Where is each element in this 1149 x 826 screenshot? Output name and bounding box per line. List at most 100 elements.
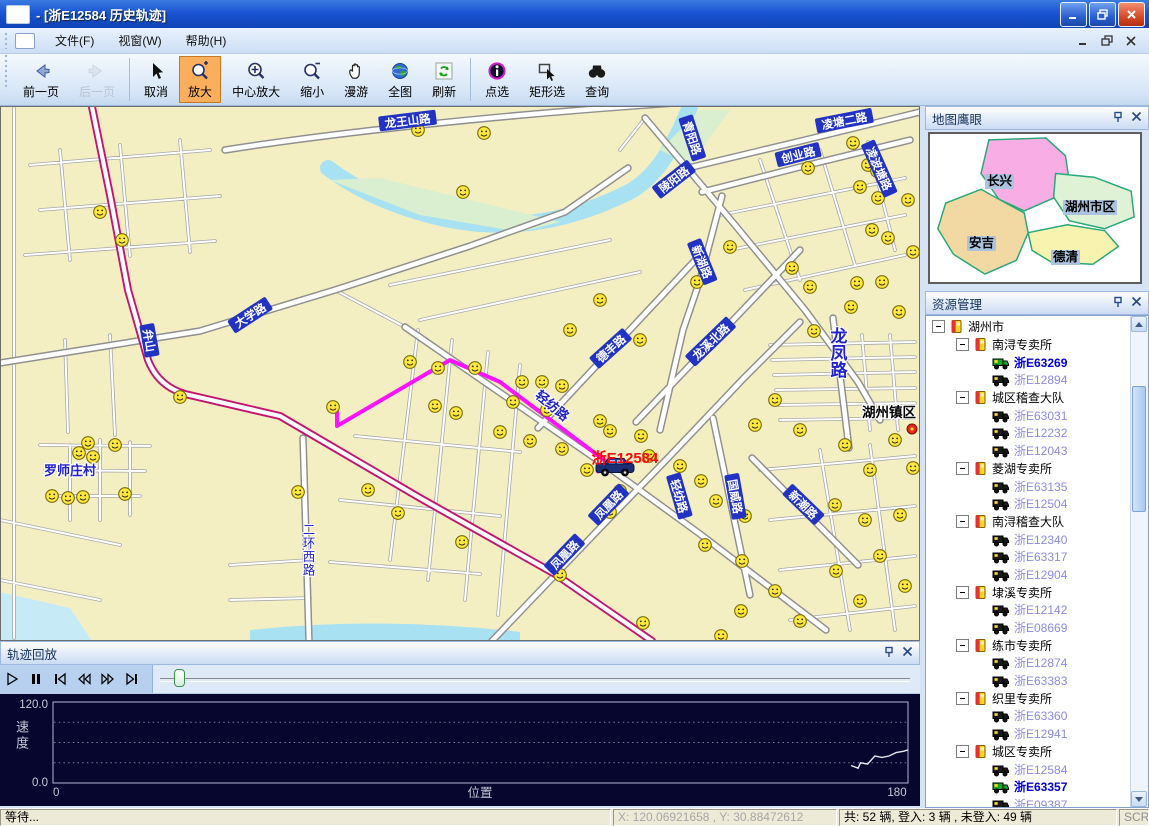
toolbar-button-refresh[interactable]: 刷新 xyxy=(423,56,465,103)
y-tick-max: 120.0 xyxy=(19,699,48,711)
minimize-button[interactable] xyxy=(1060,2,1087,27)
tree-row-vehicle[interactable]: 浙E12504 xyxy=(926,495,1131,513)
tree-scrollbar[interactable] xyxy=(1130,316,1148,807)
toolbar-button-label: 后一页 xyxy=(79,86,115,99)
tree-row-vehicle[interactable]: 浙E63269 xyxy=(926,353,1131,371)
toolbar-button-binoculars[interactable]: 查询 xyxy=(576,56,618,103)
toolbar-button-label: 刷新 xyxy=(432,86,456,99)
title-bar: - [浙E12584 历史轨迹] xyxy=(0,0,1149,28)
tree-row-group[interactable]: 织里专卖所 xyxy=(926,689,1131,707)
scrollbar-thumb[interactable] xyxy=(1132,386,1146,512)
tree-row-vehicle[interactable]: 浙E12894 xyxy=(926,371,1131,389)
playback-rewind-button[interactable] xyxy=(72,667,96,691)
playback-skip-start-button[interactable] xyxy=(48,667,72,691)
menu-file[interactable]: 文件(F) xyxy=(43,29,106,52)
toolbar-button-zoom-out[interactable]: 缩小 xyxy=(291,56,333,103)
globe-icon xyxy=(389,60,411,85)
toolbar-grip-handle[interactable] xyxy=(4,54,9,90)
tree-row-vehicle[interactable]: 浙E12874 xyxy=(926,654,1131,672)
pin-icon[interactable] xyxy=(883,646,895,661)
tree-item-label: 菱湖专卖所 xyxy=(992,460,1052,477)
overview-map[interactable]: 长兴湖州市区安吉德清 xyxy=(925,130,1149,290)
mdi-minimize-button[interactable] xyxy=(1075,34,1091,48)
tree-row-group[interactable]: 南浔专卖所 xyxy=(926,336,1131,354)
toolbar-button-label: 前一页 xyxy=(23,86,59,99)
tree-expand-toggle[interactable] xyxy=(956,462,969,475)
tree-item-label: 练市专卖所 xyxy=(992,637,1052,654)
mdi-restore-button[interactable] xyxy=(1099,34,1115,48)
tree-row-vehicle[interactable]: 浙E12941 xyxy=(926,725,1131,743)
map-viewport[interactable]: 龙王山路青阳路凌塘二路创业路陵阳路凌波塘路新湖路大学路弁山德丰路龙溪北路轻纺路轻… xyxy=(0,106,920,641)
scroll-up-button[interactable] xyxy=(1131,316,1147,332)
tree-row-root[interactable]: 湖州市 xyxy=(926,318,1131,336)
tree-row-group[interactable]: 练市专卖所 xyxy=(926,636,1131,654)
tree-item-label: 浙E63360 xyxy=(1014,707,1067,724)
tree-row-vehicle[interactable]: 浙E63317 xyxy=(926,548,1131,566)
tree-expand-toggle[interactable] xyxy=(956,745,969,758)
playback-play-button[interactable] xyxy=(0,667,24,691)
playback-fast-forward-button[interactable] xyxy=(96,667,120,691)
tree-row-vehicle[interactable]: 浙E63135 xyxy=(926,477,1131,495)
tree-row-vehicle[interactable]: 浙E63360 xyxy=(926,707,1131,725)
toolbar-button-arrow-left[interactable]: 前一页 xyxy=(14,56,68,103)
pin-icon[interactable] xyxy=(1112,111,1124,126)
playback-skip-end-button[interactable] xyxy=(120,667,144,691)
tree-expand-toggle[interactable] xyxy=(956,692,969,705)
resources-panel: 资源管理 湖州市南浔专卖所浙E63269浙E12894城区稽查大队浙E63031… xyxy=(925,291,1149,808)
tree-expand-toggle[interactable] xyxy=(956,639,969,652)
tree-expand-toggle[interactable] xyxy=(956,338,969,351)
tree-row-group[interactable]: 城区专卖所 xyxy=(926,743,1131,761)
tree-row-vehicle[interactable]: 浙E09387 xyxy=(926,796,1131,808)
tree-item-label: 浙E63317 xyxy=(1014,548,1067,565)
tree-row-vehicle[interactable]: 浙E12584 xyxy=(926,760,1131,778)
tree-row-group[interactable]: 菱湖专卖所 xyxy=(926,460,1131,478)
toolbar-button-info[interactable]: 点选 xyxy=(476,56,518,103)
toolbar-button-arrow-right[interactable]: 后一页 xyxy=(70,56,124,103)
toolbar-button-rect-select[interactable]: 矩形选 xyxy=(520,56,574,103)
tree-item-label: 南浔稽查大队 xyxy=(992,513,1064,530)
status-scroll-lock: SCRL xyxy=(1119,809,1149,826)
tree-row-vehicle[interactable]: 浙E12904 xyxy=(926,566,1131,584)
tree-row-vehicle[interactable]: 浙E12142 xyxy=(926,601,1131,619)
tree-row-group[interactable]: 城区稽查大队 xyxy=(926,389,1131,407)
town-label: 湖州镇区 xyxy=(862,404,916,420)
tree-row-vehicle[interactable]: 浙E63383 xyxy=(926,672,1131,690)
tree-row-vehicle[interactable]: 浙E12232 xyxy=(926,424,1131,442)
tree-row-vehicle[interactable]: 浙E08669 xyxy=(926,619,1131,637)
document-icon[interactable] xyxy=(15,33,35,49)
svg-text:湖州镇区: 湖州镇区 xyxy=(862,404,916,420)
scroll-down-button[interactable] xyxy=(1131,791,1147,807)
close-button[interactable] xyxy=(1118,2,1145,27)
menu-window[interactable]: 视窗(W) xyxy=(106,29,173,52)
organization-icon xyxy=(973,744,988,759)
close-icon[interactable] xyxy=(1131,111,1142,125)
tree-item-label: 湖州市 xyxy=(968,318,1004,335)
close-icon[interactable] xyxy=(1131,296,1142,310)
tree-expand-toggle[interactable] xyxy=(956,391,969,404)
tree-expand-toggle[interactable] xyxy=(956,515,969,528)
tree-expand-toggle[interactable] xyxy=(956,586,969,599)
close-icon[interactable] xyxy=(902,646,913,660)
toolbar-button-globe[interactable]: 全图 xyxy=(379,56,421,103)
menu-grip-handle[interactable] xyxy=(4,32,9,50)
tree-expand-toggle[interactable] xyxy=(932,320,945,333)
restore-button[interactable] xyxy=(1089,2,1116,27)
mdi-close-button[interactable] xyxy=(1123,34,1139,48)
toolbar-button-hand[interactable]: 漫游 xyxy=(335,56,377,103)
tree-row-vehicle[interactable]: 浙E63031 xyxy=(926,406,1131,424)
pin-icon[interactable] xyxy=(1112,296,1124,311)
tree-row-group[interactable]: 南浔稽查大队 xyxy=(926,513,1131,531)
toolbar-button-zoom-in[interactable]: 放大 xyxy=(179,56,221,103)
tree-row-group[interactable]: 埭溪专卖所 xyxy=(926,583,1131,601)
toolbar-button-zoom-center[interactable]: 中心放大 xyxy=(223,56,289,103)
tree-row-vehicle[interactable]: 浙E63357 xyxy=(926,778,1131,796)
tree-row-vehicle[interactable]: 浙E12340 xyxy=(926,530,1131,548)
playback-slider-track[interactable] xyxy=(160,678,910,682)
tree-row-vehicle[interactable]: 浙E12043 xyxy=(926,442,1131,460)
tree-item-label: 浙E63357 xyxy=(1014,778,1067,795)
menu-help[interactable]: 帮助(H) xyxy=(174,29,239,52)
playback-slider-thumb[interactable] xyxy=(174,669,185,687)
toolbar-button-cursor[interactable]: 取消 xyxy=(135,56,177,103)
playback-pause-button[interactable] xyxy=(24,667,48,691)
truck-icon xyxy=(992,708,1010,723)
